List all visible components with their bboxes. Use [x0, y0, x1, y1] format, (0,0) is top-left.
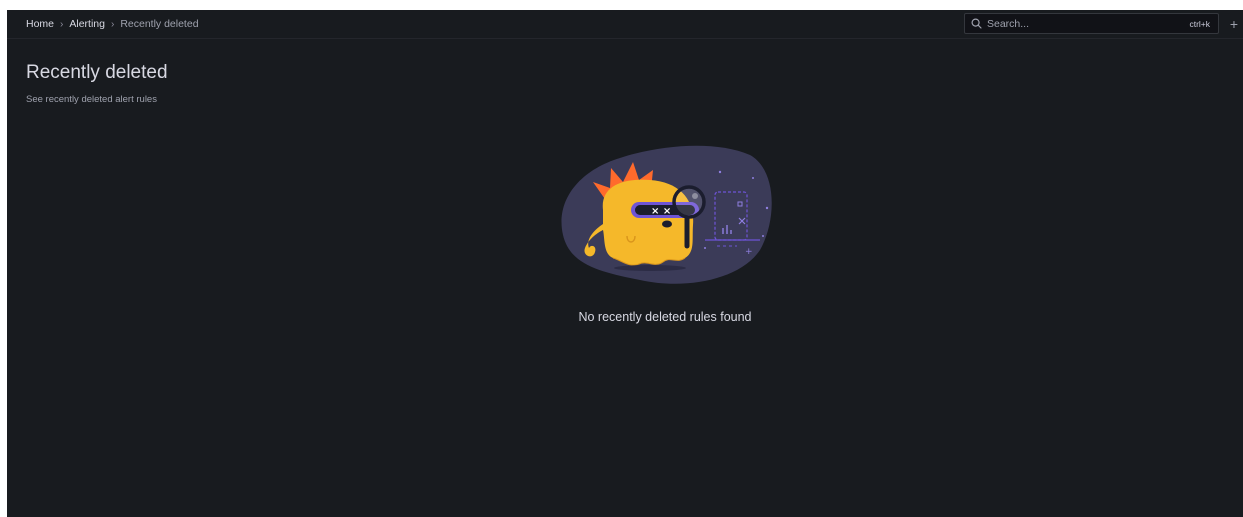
grot-mascot-icon: + × ×: [561, 145, 772, 284]
search-bar[interactable]: Search... ctrl+k: [964, 13, 1219, 34]
plus-icon: +: [1229, 16, 1239, 32]
page-subtitle: See recently deleted alert rules: [26, 94, 157, 105]
svg-text:+: +: [745, 247, 753, 257]
app-window: Home › Alerting › Recently deleted Searc…: [7, 10, 1243, 517]
add-new-button[interactable]: +: [1226, 14, 1242, 34]
search-placeholder: Search...: [987, 17, 1030, 30]
breadcrumb: Home › Alerting › Recently deleted: [26, 10, 199, 38]
search-shortcut-hint: ctrl+k: [1189, 18, 1210, 29]
breadcrumb-separator: ›: [60, 18, 64, 30]
breadcrumb-alerting[interactable]: Alerting: [69, 18, 105, 30]
top-bar: Home › Alerting › Recently deleted Searc…: [7, 10, 1243, 39]
breadcrumb-current: Recently deleted: [120, 18, 199, 30]
page-title: Recently deleted: [26, 62, 168, 83]
svg-text:× ×: × ×: [651, 206, 671, 217]
breadcrumb-separator: ›: [110, 18, 115, 30]
empty-state-illustration: + × ×: [555, 140, 775, 288]
breadcrumb-home[interactable]: Home: [26, 18, 54, 30]
empty-state-message: No recently deleted rules found: [578, 310, 752, 324]
search-icon: [971, 18, 982, 29]
